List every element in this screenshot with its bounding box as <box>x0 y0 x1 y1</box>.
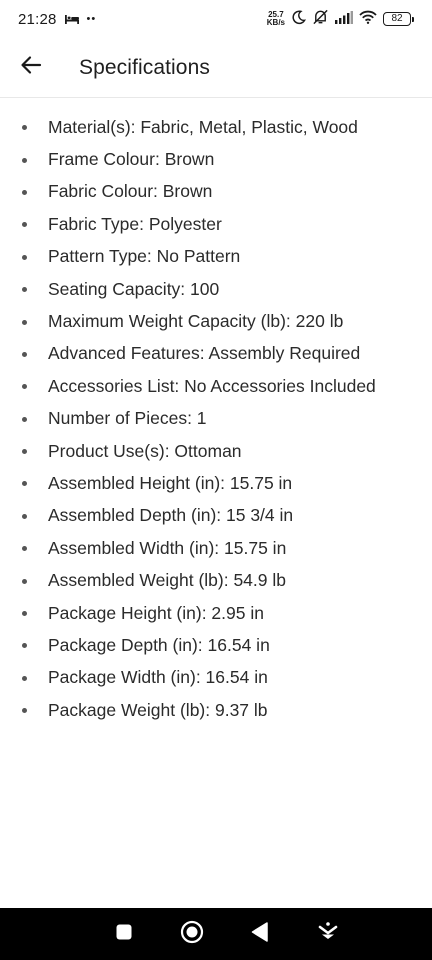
battery-tip <box>412 16 414 22</box>
spec-text: Fabric Type: Polyester <box>48 213 222 234</box>
bed-icon <box>64 11 79 28</box>
circle-icon <box>180 920 204 949</box>
spec-text: Package Depth (in): 16.54 in <box>48 634 270 655</box>
spec-item: Advanced Features: Assembly Required <box>0 338 432 370</box>
spec-item: Assembled Width (in): 15.75 in <box>0 532 432 564</box>
spec-item: Fabric Type: Polyester <box>0 208 432 240</box>
bullet-icon <box>22 222 27 228</box>
spec-item: Number of Pieces: 1 <box>0 403 432 435</box>
spec-text: Package Weight (lb): 9.37 lb <box>48 699 268 720</box>
spec-text: Maximum Weight Capacity (lb): 220 lb <box>48 311 344 332</box>
assistant-icon <box>317 921 339 948</box>
spec-text: Assembled Width (in): 15.75 in <box>48 537 287 558</box>
bullet-icon <box>22 546 27 552</box>
home-button[interactable] <box>174 916 210 952</box>
bullet-icon <box>22 643 27 649</box>
spec-text: Fabric Colour: Brown <box>48 181 213 202</box>
wifi-icon <box>359 10 377 28</box>
spec-item: Maximum Weight Capacity (lb): 220 lb <box>0 305 432 337</box>
spec-list: Material(s): Fabric, Metal, Plastic, Woo… <box>0 111 432 726</box>
bullet-icon <box>22 708 27 714</box>
spec-item: Accessories List: No Accessories Include… <box>0 370 432 402</box>
status-bar: 21:28 •• 25.7 KB/s 82 <box>0 0 432 38</box>
back-triangle-icon <box>251 921 269 947</box>
assistant-button[interactable] <box>310 916 346 952</box>
square-icon <box>116 924 132 945</box>
nav-back-button[interactable] <box>242 916 278 952</box>
recents-button[interactable] <box>106 916 142 952</box>
spec-text: Frame Colour: Brown <box>48 149 215 170</box>
battery-icon: 82 <box>383 12 414 26</box>
back-button[interactable] <box>11 48 51 88</box>
spec-item: Package Width (in): 16.54 in <box>0 662 432 694</box>
spec-item: Assembled Weight (lb): 54.9 lb <box>0 564 432 596</box>
bullet-icon <box>22 254 27 260</box>
spec-item: Assembled Height (in): 15.75 in <box>0 467 432 499</box>
spec-item: Seating Capacity: 100 <box>0 273 432 305</box>
spec-text: Material(s): Fabric, Metal, Plastic, Woo… <box>48 116 358 137</box>
spec-text: Seating Capacity: 100 <box>48 278 220 299</box>
arrow-left-icon <box>20 54 42 81</box>
spec-item: Material(s): Fabric, Metal, Plastic, Woo… <box>0 111 432 143</box>
screen: 21:28 •• 25.7 KB/s 82 Specifications Mat… <box>0 0 432 960</box>
status-dots: •• <box>86 13 97 25</box>
bullet-icon <box>22 449 27 455</box>
nav-bar <box>0 908 432 960</box>
spec-text: Package Height (in): 2.95 in <box>48 602 264 623</box>
bullet-icon <box>22 351 27 357</box>
bullet-icon <box>22 319 27 325</box>
spec-text: Package Width (in): 16.54 in <box>48 667 268 688</box>
bullet-icon <box>22 384 27 390</box>
moon-icon <box>291 9 307 29</box>
net-speed: 25.7 KB/s <box>267 11 285 27</box>
spec-text: Product Use(s): Ottoman <box>48 440 242 461</box>
spec-text: Advanced Features: Assembly Required <box>48 343 361 364</box>
net-speed-unit: KB/s <box>266 18 285 27</box>
status-left: 21:28 •• <box>18 11 96 28</box>
spec-text: Accessories List: No Accessories Include… <box>48 375 376 396</box>
bullet-icon <box>22 675 27 681</box>
status-time: 21:28 <box>18 10 57 28</box>
status-right: 25.7 KB/s 82 <box>267 9 414 29</box>
bullet-icon <box>22 578 27 584</box>
bullet-icon <box>22 611 27 617</box>
bullet-icon <box>22 157 27 163</box>
bullet-icon <box>22 481 27 487</box>
spec-text: Assembled Depth (in): 15 3/4 in <box>48 505 294 526</box>
battery-level: 82 <box>383 12 411 26</box>
app-bar: Specifications <box>0 38 432 98</box>
bullet-icon <box>22 287 27 293</box>
spec-text: Number of Pieces: 1 <box>48 408 207 429</box>
page-title: Specifications <box>79 55 210 79</box>
spec-item: Package Depth (in): 16.54 in <box>0 629 432 661</box>
bullet-icon <box>22 513 27 519</box>
bullet-icon <box>22 416 27 422</box>
bullet-icon <box>22 125 27 131</box>
spec-item: Assembled Depth (in): 15 3/4 in <box>0 500 432 532</box>
spec-item: Fabric Colour: Brown <box>0 176 432 208</box>
spec-item: Package Height (in): 2.95 in <box>0 597 432 629</box>
bullet-icon <box>22 189 27 195</box>
spec-item: Frame Colour: Brown <box>0 143 432 175</box>
mute-icon <box>312 9 329 29</box>
spec-item: Pattern Type: No Pattern <box>0 241 432 273</box>
spec-text: Assembled Weight (lb): 54.9 lb <box>48 570 286 591</box>
spec-item: Package Weight (lb): 9.37 lb <box>0 694 432 726</box>
spec-item: Product Use(s): Ottoman <box>0 435 432 467</box>
signal-icon <box>335 10 353 28</box>
spec-text: Assembled Height (in): 15.75 in <box>48 472 293 493</box>
spec-text: Pattern Type: No Pattern <box>48 246 241 267</box>
